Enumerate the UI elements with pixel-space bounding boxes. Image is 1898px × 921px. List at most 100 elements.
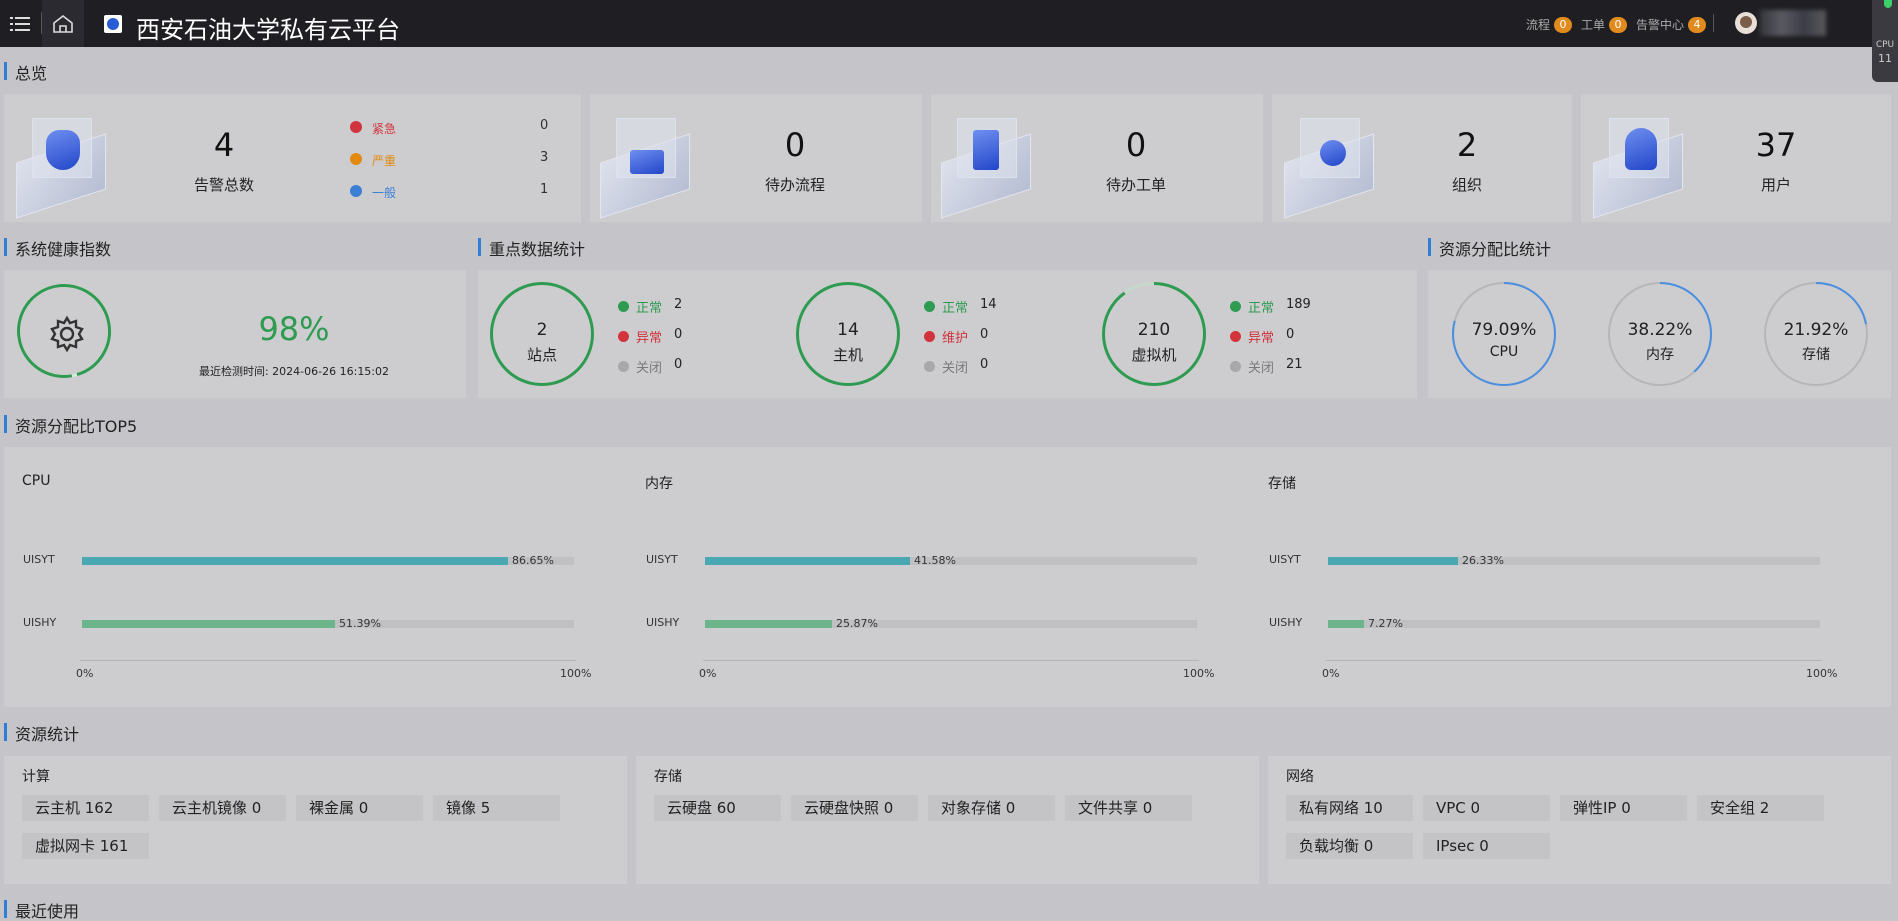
top5-axis-min: 0%: [1322, 667, 1340, 680]
key-stat-status-value: 0: [674, 327, 683, 342]
top5-bar-fill: [82, 557, 508, 565]
key-stat-status-dot: [924, 361, 935, 372]
key-stat-ring-group[interactable]: 14 主机: [796, 282, 900, 386]
key-stat-status-value: 0: [980, 327, 989, 342]
resource-stat-chip[interactable]: 安全组 2: [1697, 795, 1824, 821]
top5-bar-fill: [1328, 620, 1364, 628]
alarm-level-label: 严重: [372, 154, 397, 168]
resource-stats-group-title: 网络: [1286, 769, 1314, 785]
resource-stats-card: 计算云主机 162 云主机镜像 0 裸金属 0 镜像 5 虚拟网卡 161: [4, 756, 627, 884]
user-name-blurred[interactable]: [1760, 10, 1826, 36]
nav-ticket-label: 工单: [1581, 18, 1606, 32]
top5-bar-fill: [705, 557, 910, 565]
top5-axis: [80, 660, 576, 661]
key-stat-status-value: 0: [1286, 327, 1295, 342]
resource-stat-chip[interactable]: 裸金属 0: [296, 795, 423, 821]
top5-group-title: 存储: [1268, 476, 1296, 492]
resource-stat-chip[interactable]: 云硬盘快照 0: [791, 795, 918, 821]
organization-card[interactable]: 2 组织: [1272, 94, 1572, 222]
key-stat-status-label: 异常: [1248, 331, 1275, 346]
top5-bar-name: UISYT: [23, 553, 55, 566]
top5-group-title: 内存: [645, 476, 673, 492]
resource-stat-chip[interactable]: 弹性IP 0: [1560, 795, 1687, 821]
resource-stat-chip[interactable]: 文件共享 0: [1065, 795, 1192, 821]
key-stat-ring-group[interactable]: 210 虚拟机: [1102, 282, 1206, 386]
resource-stat-chip[interactable]: 负载均衡 0: [1286, 833, 1413, 859]
resource-stat-chip[interactable]: 云主机镜像 0: [159, 795, 286, 821]
resource-stat-chip[interactable]: 云硬盘 60: [654, 795, 781, 821]
menu-icon[interactable]: [0, 0, 40, 47]
top5-bar-track[interactable]: [82, 557, 574, 565]
key-stat-status-value: 14: [980, 297, 997, 312]
key-stat-value: 210: [1137, 320, 1171, 340]
nav-alarm-label: 告警中心: [1636, 18, 1685, 32]
resource-ratio-value: 38.22%: [1627, 320, 1693, 340]
pending-ticket-label: 待办工单: [1105, 176, 1166, 194]
section-title-health: 系统健康指数: [4, 236, 111, 260]
top5-bar-track[interactable]: [705, 620, 1197, 628]
top5-bar-name: UISHY: [646, 616, 680, 629]
user-icon: [1589, 110, 1687, 219]
gear-icon: [47, 314, 87, 358]
resource-stat-chip[interactable]: 虚拟网卡 161: [22, 833, 149, 859]
avatar[interactable]: [1735, 12, 1757, 34]
home-icon[interactable]: [42, 0, 84, 47]
nav-alarm-center[interactable]: 告警中心 4: [1636, 16, 1707, 33]
resource-stat-chip[interactable]: 对象存储 0: [928, 795, 1055, 821]
pending-ticket-card[interactable]: 0 待办工单: [931, 94, 1263, 222]
section-title-key-stats: 重点数据统计: [478, 236, 585, 260]
alarm-level-dot: [350, 153, 362, 165]
resource-ratio-ring-group[interactable]: 79.09% CPU: [1452, 282, 1556, 386]
top5-axis: [1326, 660, 1822, 661]
users-card[interactable]: 37 用户: [1581, 94, 1891, 222]
top5-bar-name: UISYT: [646, 553, 678, 566]
key-stat-status-value: 189: [1286, 297, 1311, 312]
resource-stat-chip[interactable]: 云主机 162: [22, 795, 149, 821]
resource-stat-chip[interactable]: 私有网络 10: [1286, 795, 1413, 821]
key-stat-status-dot: [924, 301, 935, 312]
resource-ratio-ring-group[interactable]: 21.92% 存储: [1764, 282, 1868, 386]
top5-axis-min: 0%: [699, 667, 717, 680]
top5-axis-min: 0%: [76, 667, 94, 680]
key-stat-status-dot: [618, 301, 629, 312]
pending-process-card[interactable]: 0 待办流程: [590, 94, 922, 222]
top5-bar-value: 41.58%: [914, 554, 956, 567]
health-card: 98% 最近检测时间: 2024-06-26 16:15:02: [4, 270, 466, 398]
resource-ratio-label: 存储: [1802, 347, 1830, 363]
resource-stat-chip[interactable]: VPC 0: [1423, 795, 1550, 821]
alarm-level-label: 一般: [372, 186, 397, 200]
key-stat-status-label: 正常: [1248, 301, 1275, 316]
key-stat-status-label: 关闭: [1248, 361, 1275, 376]
nav-ticket[interactable]: 工单 0: [1581, 16, 1628, 33]
alarm-level-dot: [350, 121, 362, 133]
top5-bar-track[interactable]: [82, 620, 574, 628]
key-stat-label: 虚拟机: [1131, 346, 1177, 364]
resource-ratio-card: 79.09% CPU 38.22% 内存 21.92% 存储: [1428, 270, 1891, 398]
nav-process[interactable]: 流程 0: [1526, 16, 1573, 33]
side-tab-label: CPU: [1875, 40, 1895, 50]
resource-stat-chip[interactable]: 镜像 5: [433, 795, 560, 821]
resource-stats-group-title: 存储: [654, 769, 682, 785]
key-stat-status-dot: [1230, 301, 1241, 312]
resource-stat-chip[interactable]: IPsec 0: [1423, 833, 1550, 859]
key-stat-status-label: 正常: [942, 301, 969, 316]
pending-process-label: 待办流程: [764, 176, 825, 194]
top5-bar-name: UISHY: [1269, 616, 1303, 629]
top5-axis-max: 100%: [1183, 667, 1215, 680]
top5-axis-max: 100%: [560, 667, 592, 680]
resource-stats-group-title: 计算: [22, 769, 50, 785]
key-stat-label: 站点: [526, 346, 557, 364]
resource-ratio-ring-group[interactable]: 38.22% 内存: [1608, 282, 1712, 386]
key-stat-value: 2: [536, 320, 548, 340]
alarm-level-value: 1: [540, 182, 549, 197]
users-label: 用户: [1760, 176, 1791, 194]
top5-bar-track[interactable]: [1328, 557, 1820, 565]
side-monitor-tab[interactable]: CPU 11: [1872, 0, 1898, 82]
app-title: 西安石油大学私有云平台: [136, 16, 400, 44]
section-title-overview: 总览: [4, 60, 47, 84]
key-stat-ring-group[interactable]: 2 站点: [490, 282, 594, 386]
top5-bar-value: 51.39%: [339, 617, 381, 630]
top5-bar-name: UISHY: [23, 616, 57, 629]
alarm-card[interactable]: 4 告警总数 紧急 0 严重 3 一般 1: [4, 94, 581, 222]
key-stat-status-value: 0: [674, 357, 683, 372]
